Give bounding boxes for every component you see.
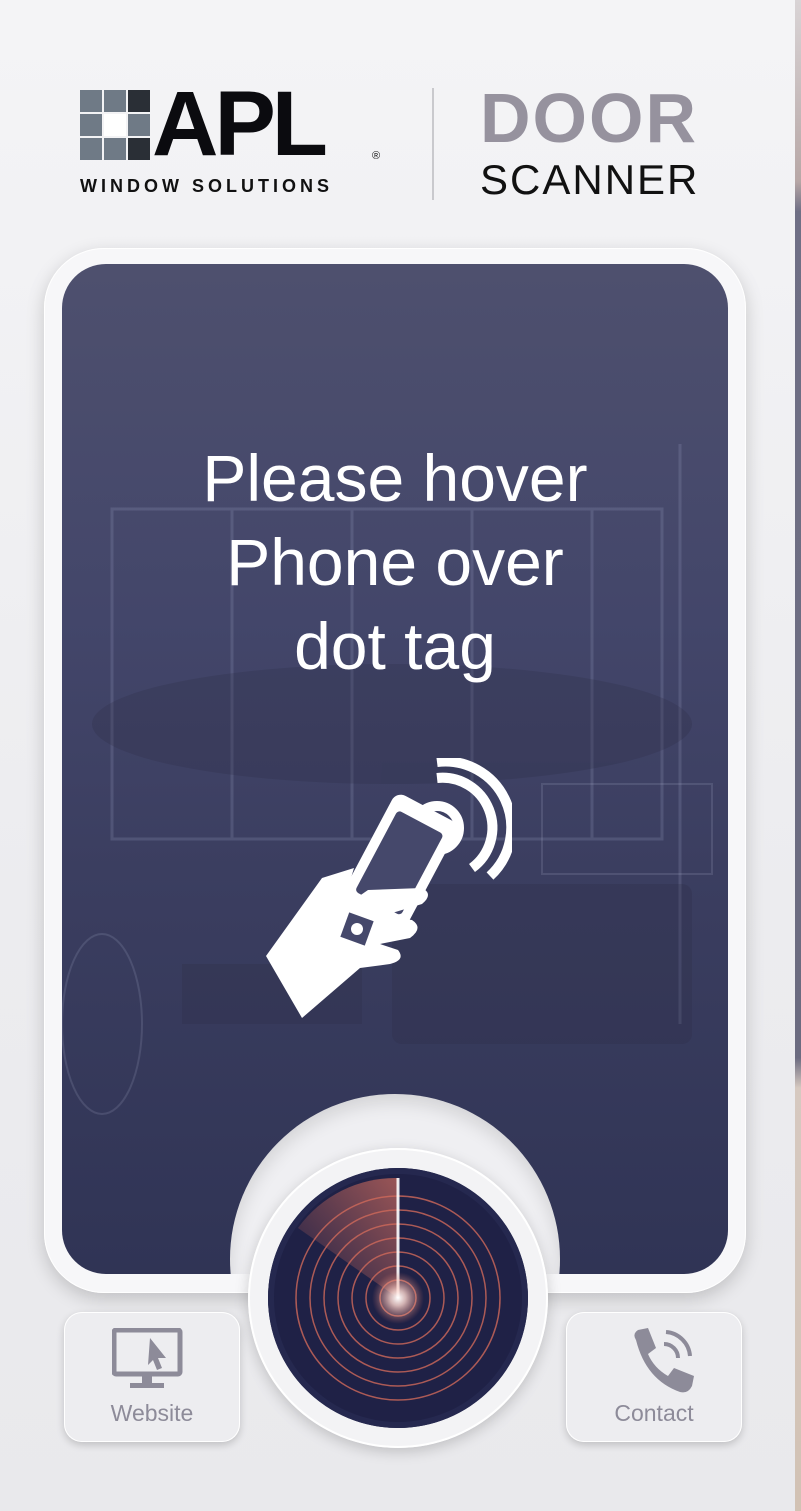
brand-tagline: WINDOW SOLUTIONS: [80, 176, 333, 196]
website-button[interactable]: Website: [64, 1312, 240, 1442]
scan-instruction: Please hover Phone over dot tag: [62, 436, 728, 688]
scan-button[interactable]: [268, 1168, 528, 1428]
brand-name: APL: [152, 73, 328, 175]
registered-mark: ®: [372, 150, 381, 162]
monitor-cursor-icon: [112, 1328, 183, 1388]
website-label: Website: [110, 1400, 194, 1426]
header-divider: [432, 88, 434, 200]
nfc-hand-phone-icon: [266, 758, 512, 1018]
app-title-door: DOOR: [480, 79, 698, 157]
contact-label: Contact: [614, 1400, 694, 1426]
app-title-scanner: SCANNER: [480, 156, 700, 203]
instruction-line-1: Please hover: [202, 441, 588, 515]
instruction-line-3: dot tag: [294, 609, 496, 683]
contact-button[interactable]: Contact: [566, 1312, 742, 1442]
instruction-line-2: Phone over: [226, 525, 564, 599]
radar-scan-icon: [295, 1177, 501, 1401]
window-edge: [795, 0, 801, 1511]
phone-call-icon: [634, 1328, 694, 1393]
apl-logo-mark: [80, 90, 150, 160]
